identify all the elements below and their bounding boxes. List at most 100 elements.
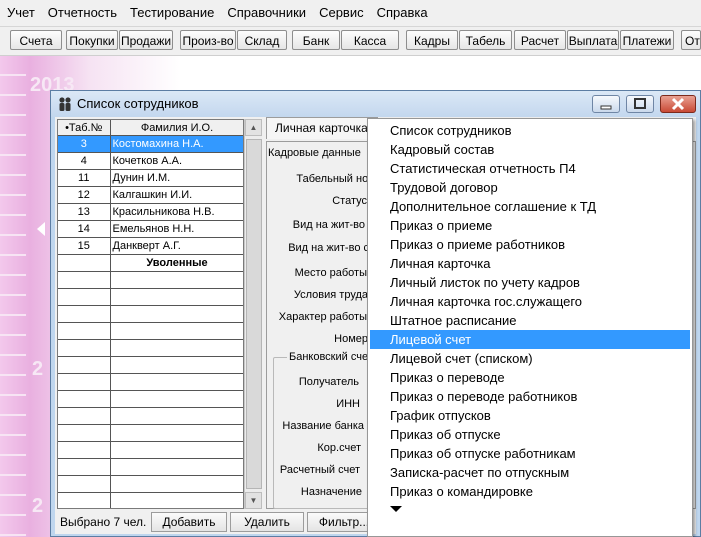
menu-item-hiring-order-employees[interactable]: Приказ о приеме работников	[370, 235, 690, 254]
toolbar-button-ot[interactable]: От	[681, 30, 701, 50]
table-row-empty[interactable]	[58, 305, 243, 323]
table-row-empty[interactable]	[58, 407, 243, 425]
menu-testirovanie[interactable]: Тестирование	[123, 0, 220, 26]
menu-item-additional-agreement[interactable]: Дополнительное соглашение к ТД	[370, 197, 690, 216]
scroll-up-arrow-icon[interactable]: ▲	[245, 119, 262, 136]
menu-item-vacation-order-employees[interactable]: Приказ об отпуске работникам	[370, 444, 690, 463]
toolbar-button-prodazhi[interactable]: Продажи	[119, 30, 173, 50]
maximize-icon	[634, 98, 646, 109]
section-label-dismissed: Уволенные	[110, 254, 243, 272]
menu-item-vacation-pay-note[interactable]: Записка-расчет по отпускным	[370, 463, 690, 482]
cell-name: Калгашкин И.И.	[110, 186, 243, 204]
cell-name: Кочетков А.А.	[110, 152, 243, 170]
menu-item-transfer-order[interactable]: Приказ о переводе	[370, 368, 690, 387]
menu-item-personnel-sheet[interactable]: Личный листок по учету кадров	[370, 273, 690, 292]
menu-item-hiring-order[interactable]: Приказ о приеме	[370, 216, 690, 235]
table-row-empty[interactable]	[58, 373, 243, 391]
menu-item-personal-account-list[interactable]: Лицевой счет (списком)	[370, 349, 690, 368]
table-row-empty[interactable]	[58, 339, 243, 357]
menu-item-statistical-report-p4[interactable]: Статистическая отчетность П4	[370, 159, 690, 178]
toolbar-button-kadry[interactable]: Кадры	[406, 30, 458, 50]
reports-dropdown-menu: Список сотрудников Кадровый состав Стати…	[367, 118, 693, 537]
menu-item-transfer-order-employees[interactable]: Приказ о переводе работников	[370, 387, 690, 406]
maximize-button[interactable]	[626, 95, 654, 113]
menu-item-personal-card[interactable]: Личная карточка	[370, 254, 690, 273]
employee-table: •Таб.№ Фамилия И.О. 3 Костомахина Н.А. 4…	[57, 119, 244, 509]
toolbar-button-vyplata[interactable]: Выплата	[567, 30, 619, 50]
toolbar-button-scheta[interactable]: Счета	[10, 30, 62, 50]
toolbar-button-platezhi[interactable]: Платежи	[620, 30, 674, 50]
table-row-empty[interactable]	[58, 390, 243, 408]
scroll-down-arrow-icon[interactable]: ▼	[245, 492, 262, 509]
toolbar-button-bank[interactable]: Банк	[292, 30, 340, 50]
label-settlement-account: Расчетный счет	[279, 464, 360, 476]
table-row-empty[interactable]	[58, 356, 243, 374]
cell-empty	[58, 458, 111, 476]
add-button[interactable]: Добавить	[151, 512, 227, 532]
toolbar-button-kassa[interactable]: Касса	[341, 30, 399, 50]
scroll-more-arrow-icon[interactable]	[390, 506, 402, 512]
cell-empty	[58, 322, 111, 340]
table-row[interactable]: 14 Емельянов Н.Н.	[58, 220, 243, 238]
cell-name: Дунин И.М.	[110, 169, 243, 187]
table-row-empty[interactable]	[58, 271, 243, 289]
cell-empty	[110, 305, 243, 323]
tab-personal-card[interactable]: Личная карточка	[266, 117, 378, 139]
delete-button[interactable]: Удалить	[230, 512, 304, 532]
label-purpose: Назначение	[300, 486, 362, 498]
column-header-name[interactable]: Фамилия И.О.	[110, 120, 243, 136]
menu-item-civil-servant-card[interactable]: Личная карточка гос.служащего	[370, 292, 690, 311]
menu-item-vacation-schedule[interactable]: График отпусков	[370, 406, 690, 425]
table-scrollbar[interactable]: ▲ ▼	[244, 119, 262, 509]
table-row-empty[interactable]	[58, 492, 243, 508]
table-row-empty[interactable]	[58, 441, 243, 459]
table-row-empty[interactable]	[58, 288, 243, 306]
cell-empty	[110, 373, 243, 391]
table-row[interactable]: 13 Красильникова Н.В.	[58, 203, 243, 221]
menu-uchet[interactable]: Учет	[0, 0, 41, 26]
menu-item-staff-composition[interactable]: Кадровый состав	[370, 140, 690, 159]
menu-otchetnost[interactable]: Отчетность	[41, 0, 123, 26]
cell-tab-number: 14	[58, 220, 111, 238]
table-row-empty[interactable]	[58, 322, 243, 340]
menu-spravka[interactable]: Справка	[370, 0, 434, 26]
table-row[interactable]: 11 Дунин И.М.	[58, 169, 243, 187]
table-row[interactable]: 4 Кочетков А.А.	[58, 152, 243, 170]
menu-item-employee-list[interactable]: Список сотрудников	[370, 121, 690, 140]
cell-empty	[58, 271, 111, 289]
minimize-button[interactable]	[592, 95, 620, 113]
desktop-arrow-icon	[37, 222, 45, 236]
cell-empty	[110, 458, 243, 476]
column-header-tab-number[interactable]: •Таб.№	[58, 120, 111, 136]
toolbar-button-pokupki[interactable]: Покупки	[66, 30, 118, 50]
toolbar-button-raschet[interactable]: Расчет	[514, 30, 566, 50]
window-titlebar[interactable]: Список сотрудников	[51, 91, 700, 117]
people-icon	[59, 97, 71, 111]
toolbar-button-tabel[interactable]: Табель	[459, 30, 512, 50]
cell-tab-number: 13	[58, 203, 111, 221]
menu-spravochniki[interactable]: Справочники	[220, 0, 312, 26]
menu-item-business-trip-order[interactable]: Приказ о командировке	[370, 482, 690, 501]
menu-item-staffing-table[interactable]: Штатное расписание	[370, 311, 690, 330]
scrollbar-thumb[interactable]	[246, 139, 262, 489]
cell-empty	[58, 407, 111, 425]
table-row-empty[interactable]	[58, 458, 243, 476]
menu-item-vacation-order[interactable]: Приказ об отпуске	[370, 425, 690, 444]
table-row-empty[interactable]	[58, 424, 243, 442]
table-row-empty[interactable]	[58, 475, 243, 493]
close-button[interactable]	[660, 95, 696, 113]
cell-empty	[110, 475, 243, 493]
menu-servis[interactable]: Сервис	[312, 0, 370, 26]
menu-item-personal-account[interactable]: Лицевой счет	[370, 330, 690, 349]
cell-empty	[110, 441, 243, 459]
cell-empty	[58, 373, 111, 391]
toolbar-button-sklad[interactable]: Склад	[237, 30, 287, 50]
menu-item-employment-contract[interactable]: Трудовой договор	[370, 178, 690, 197]
table-row[interactable]: 12 Калгашкин И.И.	[58, 186, 243, 204]
close-icon	[671, 97, 685, 111]
toolbar-button-proizvodstvo[interactable]: Произ-во	[180, 30, 236, 50]
table-row[interactable]: 15 Данкверт А.Г.	[58, 237, 243, 255]
table-row-section[interactable]: Уволенные	[58, 254, 243, 272]
window-title: Список сотрудников	[77, 96, 199, 111]
table-row[interactable]: 3 Костомахина Н.А.	[58, 135, 243, 153]
